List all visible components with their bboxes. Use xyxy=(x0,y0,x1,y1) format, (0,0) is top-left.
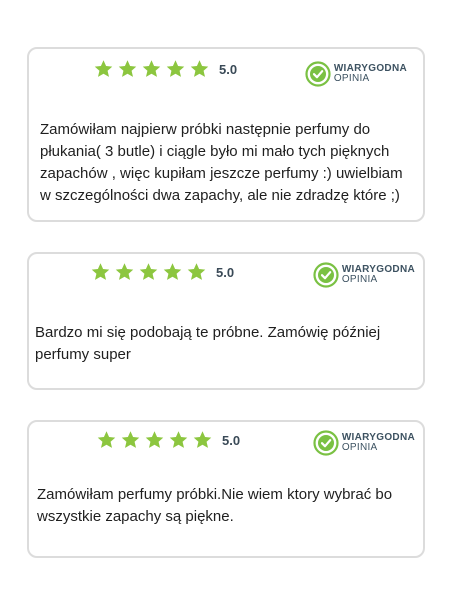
review-text: Zamówiłam najpierw próbki następnie perf… xyxy=(40,121,403,204)
badge-subtitle: OPINIA xyxy=(341,442,378,453)
review-card: 5.0 WIARYGODNA OPINIA Zamówiłam perfumy … xyxy=(27,420,425,558)
reviews-page: 5.0 WIARYGODNA OPINIA Zamówiłam najpierw… xyxy=(0,0,450,600)
rating-stars: 5.0 xyxy=(96,430,240,450)
verified-opinion-badge: WIARYGODNA OPINIA xyxy=(313,262,415,288)
star-icon xyxy=(138,262,159,282)
badge-subtitle: OPINIA xyxy=(333,73,370,84)
star-icon xyxy=(93,59,114,79)
review-text: Bardzo mi się podobają te próbne. Zamówi… xyxy=(35,324,381,363)
star-icon xyxy=(96,430,117,450)
star-icon xyxy=(144,430,165,450)
check-circle-icon xyxy=(313,262,339,288)
check-circle-icon xyxy=(313,430,339,456)
check-circle-icon xyxy=(305,61,331,87)
star-icon xyxy=(189,59,210,79)
star-icon xyxy=(192,430,213,450)
star-icon xyxy=(114,262,135,282)
review-card: 5.0 WIARYGODNA OPINIA Bardzo mi się podo… xyxy=(27,252,425,390)
rating-score: 5.0 xyxy=(222,432,241,448)
star-icon xyxy=(186,262,207,282)
badge-subtitle: OPINIA xyxy=(341,274,378,285)
star-icon xyxy=(141,59,162,79)
star-icon xyxy=(168,430,189,450)
star-icon xyxy=(90,262,111,282)
star-icon xyxy=(120,430,141,450)
rating-score: 5.0 xyxy=(216,264,235,280)
rating-stars: 5.0 xyxy=(93,59,237,79)
star-icon xyxy=(165,59,186,79)
verified-opinion-badge: WIARYGODNA OPINIA xyxy=(305,61,407,87)
verified-opinion-badge: WIARYGODNA OPINIA xyxy=(313,430,415,456)
review-card: 5.0 WIARYGODNA OPINIA Zamówiłam najpierw… xyxy=(27,47,425,222)
star-icon xyxy=(162,262,183,282)
rating-score: 5.0 xyxy=(219,61,238,77)
rating-stars: 5.0 xyxy=(90,262,234,282)
review-text: Zamówiłam perfumy próbki.Nie wiem ktory … xyxy=(37,486,393,525)
star-icon xyxy=(117,59,138,79)
